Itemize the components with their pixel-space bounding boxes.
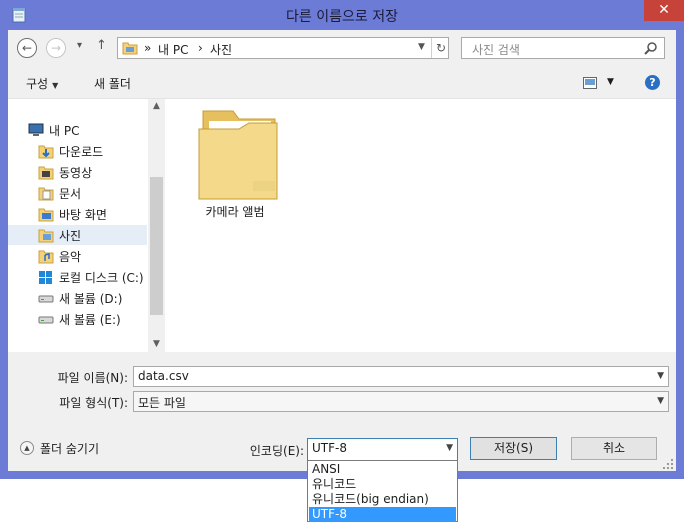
forward-button[interactable]: → xyxy=(46,38,66,58)
tree-item-videos[interactable]: 동영상 xyxy=(8,162,147,182)
local-disk-icon xyxy=(39,271,52,284)
chevron-down-icon[interactable]: ▼ xyxy=(657,371,664,381)
new-folder-button[interactable]: 새 폴더 xyxy=(94,75,131,92)
encoding-value: UTF-8 xyxy=(312,441,347,455)
tree-label: 새 볼륨 (E:) xyxy=(59,313,121,327)
breadcrumb-this-pc[interactable]: 내 PC xyxy=(158,41,188,58)
command-toolbar: 구성 ▼ 새 폴더 ▼ ? xyxy=(8,68,676,98)
close-button[interactable]: ✕ xyxy=(644,0,684,21)
filename-label: 파일 이름(N): xyxy=(57,371,128,385)
tree-item-volume-e[interactable]: 새 볼륨 (E:) xyxy=(8,309,147,329)
refresh-button[interactable]: ↻ xyxy=(431,38,450,58)
encoding-option-unicode[interactable]: 유니코드 xyxy=(309,477,456,492)
pictures-folder-icon xyxy=(122,42,138,55)
back-button[interactable]: ← xyxy=(17,38,37,58)
scroll-up-arrow[interactable]: ▲ xyxy=(148,101,165,111)
drive-icon xyxy=(38,316,54,324)
pictures-folder-icon xyxy=(38,229,54,243)
address-bar[interactable]: » 내 PC › 사진 ▼ ↻ xyxy=(117,37,449,59)
filename-value: data.csv xyxy=(138,369,189,383)
encoding-label: 인코딩(E): xyxy=(249,444,304,458)
scroll-down-arrow[interactable]: ▼ xyxy=(148,339,165,349)
encoding-option-utf8[interactable]: UTF-8 xyxy=(309,507,456,522)
view-dropdown-icon[interactable]: ▼ xyxy=(607,77,614,87)
breadcrumb-overflow[interactable]: » xyxy=(144,41,151,55)
encoding-dropdown-list: ANSI 유니코드 유니코드(big endian) UTF-8 xyxy=(307,460,458,522)
navigation-bar: ← → ▾ ↑ » 내 PC › 사진 ▼ ↻ 사진 검색 xyxy=(8,30,676,68)
tree-item-desktop[interactable]: 바탕 화면 xyxy=(8,204,147,224)
help-icon[interactable]: ? xyxy=(645,75,660,90)
folder-icon xyxy=(198,110,278,200)
tree-item-downloads[interactable]: 다운로드 xyxy=(8,141,147,161)
search-icon xyxy=(644,42,657,55)
file-list: 카메라 앨범 xyxy=(165,99,676,353)
up-button[interactable]: ↑ xyxy=(96,38,107,53)
filetype-select[interactable]: 모든 파일 ▼ xyxy=(133,391,669,412)
tree-scrollbar[interactable]: ▲ ▼ xyxy=(148,99,165,353)
documents-folder-icon xyxy=(38,187,54,201)
browser-pane: 내 PC 다운로드 동영상 문서 바탕 화면 사진 음악 로컬 디스크 (C:)… xyxy=(8,98,676,353)
search-placeholder: 사진 검색 xyxy=(472,43,520,57)
tree-item-volume-d[interactable]: 새 볼륨 (D:) xyxy=(8,288,147,308)
tree-label: 동영상 xyxy=(59,166,93,180)
desktop-folder-icon xyxy=(38,208,54,222)
scrollbar-thumb[interactable] xyxy=(150,177,163,315)
chevron-down-icon[interactable]: ▼ xyxy=(657,396,664,406)
computer-icon xyxy=(28,123,44,136)
breadcrumb-separator[interactable]: › xyxy=(198,41,203,55)
tree-label: 사진 xyxy=(59,229,82,243)
music-folder-icon xyxy=(38,250,54,264)
window-title: 다른 이름으로 저장 xyxy=(286,9,398,25)
tree-label: 로컬 디스크 (C:) xyxy=(59,271,144,285)
search-box[interactable]: 사진 검색 xyxy=(461,37,665,59)
chevron-down-icon[interactable]: ▼ xyxy=(446,443,453,453)
encoding-option-unicode-big-endian[interactable]: 유니코드(big endian) xyxy=(309,492,456,507)
tree-label: 내 PC xyxy=(49,124,80,138)
encoding-select[interactable]: UTF-8 ▼ xyxy=(307,438,458,461)
caret-down-icon: ▼ xyxy=(52,81,59,90)
encoding-option-ansi[interactable]: ANSI xyxy=(309,462,456,477)
drive-icon xyxy=(38,295,54,303)
downloads-folder-icon xyxy=(38,145,54,159)
tree-label: 문서 xyxy=(59,187,82,201)
tree-item-this-pc[interactable]: 내 PC xyxy=(8,120,147,140)
filetype-value: 모든 파일 xyxy=(138,396,186,410)
dialog-client: ← → ▾ ↑ » 내 PC › 사진 ▼ ↻ 사진 검색 구성 ▼ 새 폴더 … xyxy=(8,30,676,471)
tree-label: 음악 xyxy=(59,250,82,264)
chevron-down-icon[interactable]: ▼ xyxy=(418,42,425,52)
collapse-icon: ▲ xyxy=(20,441,34,455)
save-button[interactable]: 저장(S) xyxy=(470,437,557,460)
tree-label: 다운로드 xyxy=(59,145,104,159)
tree-item-documents[interactable]: 문서 xyxy=(8,183,147,203)
tree-item-pictures[interactable]: 사진 xyxy=(8,225,147,245)
organize-label: 구성 xyxy=(26,77,49,91)
cancel-button[interactable]: 취소 xyxy=(571,437,657,460)
organize-menu[interactable]: 구성 ▼ xyxy=(26,75,58,92)
save-as-dialog: 다른 이름으로 저장 ✕ ← → ▾ ↑ » 내 PC › 사진 ▼ ↻ 사진 … xyxy=(0,0,684,479)
folder-label: 카메라 앨범 xyxy=(205,205,265,219)
view-options-icon[interactable] xyxy=(583,77,597,89)
tree-label: 새 볼륨 (D:) xyxy=(59,292,123,306)
filename-input[interactable]: data.csv ▼ xyxy=(133,366,669,387)
title-bar[interactable]: 다른 이름으로 저장 ✕ xyxy=(0,0,684,30)
tree-label: 바탕 화면 xyxy=(59,208,107,222)
navigation-tree: 내 PC 다운로드 동영상 문서 바탕 화면 사진 음악 로컬 디스크 (C:)… xyxy=(8,99,148,353)
breadcrumb-pictures[interactable]: 사진 xyxy=(210,41,232,58)
tree-item-local-disk-c[interactable]: 로컬 디스크 (C:) xyxy=(8,267,147,287)
hide-folders-label: 폴더 숨기기 xyxy=(40,442,100,456)
filetype-label: 파일 형식(T): xyxy=(59,396,128,410)
tree-item-music[interactable]: 음악 xyxy=(8,246,147,266)
recent-locations-button[interactable]: ▾ xyxy=(77,40,82,51)
resize-grip-icon[interactable] xyxy=(662,458,674,470)
folder-item[interactable]: 카메라 앨범 xyxy=(165,99,305,223)
videos-folder-icon xyxy=(38,166,54,180)
